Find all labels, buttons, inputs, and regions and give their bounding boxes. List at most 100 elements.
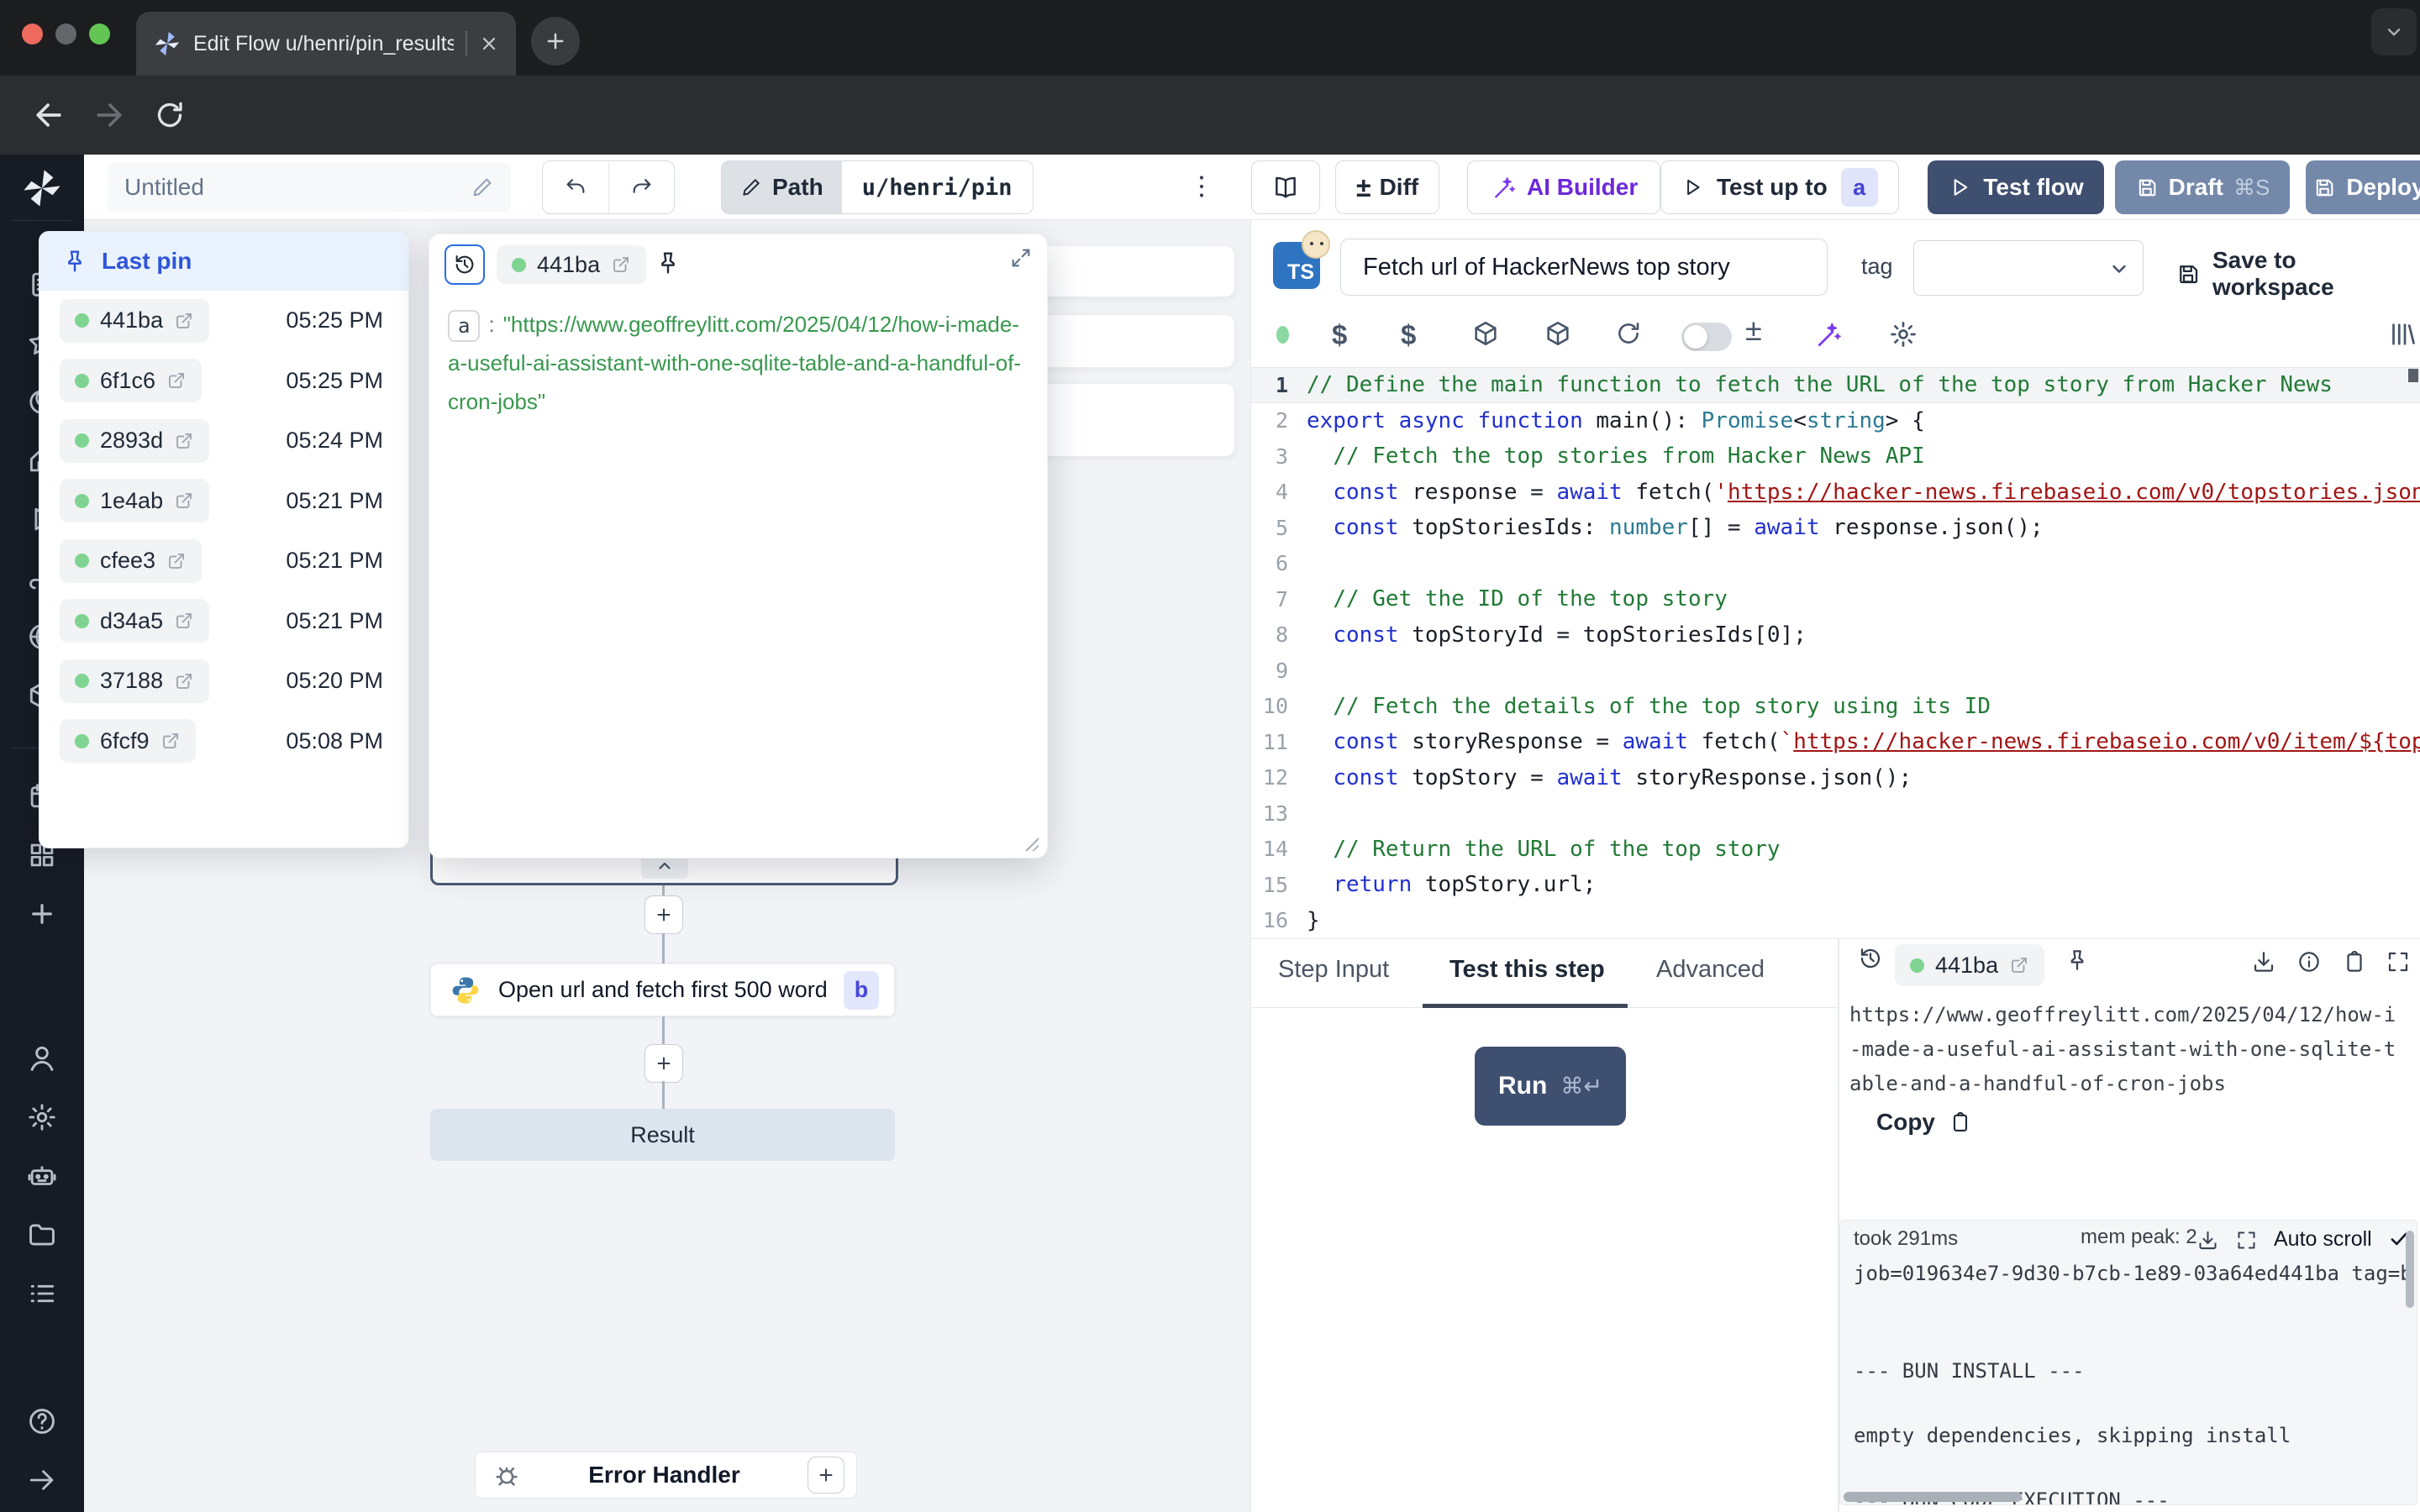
open-run-icon[interactable] bbox=[2009, 955, 2029, 975]
forward-icon[interactable] bbox=[91, 97, 128, 134]
open-run-icon[interactable] bbox=[611, 255, 631, 275]
refresh-icon[interactable] bbox=[1614, 319, 1643, 348]
ai-assistant-icon[interactable] bbox=[1812, 319, 1843, 349]
history-icon[interactable] bbox=[1858, 946, 1883, 971]
last-pin-row[interactable]: 3718805:20 PM bbox=[39, 651, 408, 711]
last-pin-header[interactable]: Last pin bbox=[39, 232, 408, 291]
last-pin-row[interactable]: d34a505:21 PM bbox=[39, 591, 408, 652]
test-flow-button[interactable]: Test flow bbox=[1928, 160, 2104, 214]
add-error-handler-button[interactable] bbox=[808, 1457, 844, 1494]
dependencies-icon[interactable] bbox=[1471, 319, 1500, 348]
result-node[interactable]: Result bbox=[430, 1109, 895, 1161]
settings-icon[interactable] bbox=[1888, 319, 1918, 349]
run-id-pill[interactable]: 6fcf9 bbox=[60, 719, 196, 763]
redo-button[interactable] bbox=[608, 161, 674, 213]
fullscreen-icon[interactable] bbox=[2386, 949, 2411, 974]
diff-button[interactable]: ± Diff bbox=[1335, 160, 1439, 214]
run-id-pill[interactable]: cfee3 bbox=[60, 539, 202, 583]
open-run-icon[interactable] bbox=[174, 491, 194, 511]
tab-advanced[interactable]: Advanced bbox=[1656, 956, 1765, 984]
run-id-pill[interactable]: 37188 bbox=[60, 659, 209, 703]
resize-handle[interactable] bbox=[1023, 836, 1039, 851]
step-summary-input[interactable]: Fetch url of HackerNews top story bbox=[1340, 239, 1828, 296]
back-icon[interactable] bbox=[30, 97, 67, 134]
open-run-icon[interactable] bbox=[174, 311, 194, 331]
draft-button[interactable]: Draft ⌘S bbox=[2115, 160, 2290, 214]
traffic-light-close[interactable] bbox=[22, 24, 43, 45]
sidebar-folder-icon[interactable] bbox=[24, 1216, 60, 1253]
cache-ttl-icon[interactable]: $ bbox=[1332, 319, 1347, 351]
last-pin-row[interactable]: 1e4ab05:21 PM bbox=[39, 471, 408, 532]
last-pin-row[interactable]: 441ba05:25 PM bbox=[39, 291, 408, 351]
diff-icon[interactable]: ± bbox=[1745, 312, 1762, 348]
windmill-logo[interactable] bbox=[20, 166, 64, 210]
run-id-pill[interactable]: d34a5 bbox=[60, 599, 209, 643]
last-pin-row[interactable]: 6f1c605:25 PM bbox=[39, 351, 408, 412]
history-button[interactable] bbox=[445, 244, 485, 285]
info-icon[interactable] bbox=[2296, 949, 2322, 974]
tab-close-icon[interactable] bbox=[479, 34, 499, 54]
traffic-light-minimize[interactable] bbox=[55, 24, 76, 45]
sidebar-list-icon[interactable] bbox=[24, 1275, 60, 1312]
sidebar-arrow-right-icon[interactable] bbox=[24, 1462, 60, 1499]
open-run-icon[interactable] bbox=[160, 731, 181, 751]
add-step-button[interactable] bbox=[644, 895, 683, 934]
expand-logs-icon[interactable] bbox=[2235, 1229, 2258, 1252]
open-run-icon[interactable] bbox=[174, 431, 194, 451]
download-icon[interactable] bbox=[2251, 949, 2276, 974]
last-pin-row[interactable]: cfee305:21 PM bbox=[39, 531, 408, 591]
pin-icon[interactable] bbox=[655, 249, 681, 276]
clipboard-icon[interactable] bbox=[2342, 949, 2367, 974]
sidebar-help-icon[interactable] bbox=[24, 1403, 60, 1440]
add-step-button[interactable] bbox=[644, 1044, 683, 1083]
concurrency-icon[interactable]: $ bbox=[1401, 319, 1416, 351]
ai-builder-button[interactable]: AI Builder bbox=[1467, 160, 1660, 214]
open-run-icon[interactable] bbox=[174, 671, 194, 691]
tab-test-this-step[interactable]: Test this step bbox=[1449, 956, 1605, 984]
library-panel-icon[interactable] bbox=[2387, 319, 2417, 349]
vertical-scrollbar[interactable] bbox=[2406, 1231, 2414, 1308]
last-pin-row[interactable]: 2893d05:24 PM bbox=[39, 411, 408, 471]
traffic-light-zoom[interactable] bbox=[89, 24, 110, 45]
download-logs-icon[interactable] bbox=[2196, 1229, 2219, 1252]
last-pin-row[interactable]: 6fcf905:08 PM bbox=[39, 711, 408, 772]
browser-tab[interactable]: Edit Flow u/henri/pin_results bbox=[136, 12, 516, 76]
tag-select[interactable] bbox=[1913, 240, 2144, 296]
tab-step-input[interactable]: Step Input bbox=[1278, 956, 1389, 984]
run-id-pill[interactable]: 2893d bbox=[60, 419, 209, 463]
save-to-workspace-button[interactable]: Save to workspace bbox=[2175, 247, 2420, 301]
open-run-icon[interactable] bbox=[166, 551, 187, 571]
horizontal-scrollbar[interactable] bbox=[1844, 1492, 2022, 1502]
window-chevron-button[interactable] bbox=[2371, 8, 2417, 55]
sidebar-plus-icon[interactable] bbox=[24, 895, 60, 932]
test-up-to-button[interactable]: Test up to a bbox=[1660, 160, 1899, 214]
copy-button[interactable]: Copy bbox=[1876, 1109, 1972, 1136]
run-id-pill[interactable]: 441ba bbox=[60, 299, 209, 343]
more-options-icon[interactable] bbox=[1186, 168, 1217, 205]
expand-icon[interactable] bbox=[1009, 246, 1033, 270]
open-run-icon[interactable] bbox=[166, 370, 187, 391]
docs-button[interactable] bbox=[1251, 160, 1320, 214]
reload-icon[interactable] bbox=[153, 98, 187, 132]
path-button[interactable]: Path u/henri/pin bbox=[721, 160, 1034, 214]
sidebar-robot-icon[interactable] bbox=[24, 1158, 60, 1194]
run-button[interactable]: Run ⌘↵ bbox=[1475, 1047, 1626, 1126]
editor-scrollbar[interactable] bbox=[2408, 369, 2418, 382]
open-run-icon[interactable] bbox=[174, 611, 194, 631]
deploy-button[interactable]: Deploy bbox=[2306, 160, 2420, 214]
editor-toggle[interactable] bbox=[1681, 323, 1732, 351]
sidebar-gear-icon[interactable] bbox=[24, 1099, 60, 1136]
sidebar-user-icon[interactable] bbox=[24, 1040, 60, 1077]
code-editor[interactable]: 1// Define the main function to fetch th… bbox=[1251, 367, 2420, 939]
error-handler-node[interactable]: Error Handler bbox=[475, 1452, 857, 1499]
run-id-pill[interactable]: 1e4ab bbox=[60, 479, 209, 522]
undo-button[interactable] bbox=[543, 161, 608, 213]
lockfile-icon[interactable] bbox=[1544, 319, 1572, 348]
run-id-pill[interactable]: 441ba bbox=[497, 245, 646, 284]
run-id-pill[interactable]: 6f1c6 bbox=[60, 359, 202, 402]
new-tab-button[interactable] bbox=[531, 17, 580, 66]
pin-icon[interactable] bbox=[2065, 948, 2090, 973]
flow-name-input[interactable]: Untitled bbox=[108, 163, 511, 212]
step-node-b[interactable]: Open url and fetch first 500 words of ..… bbox=[430, 963, 895, 1016]
run-id-pill[interactable]: 441ba bbox=[1895, 944, 2044, 986]
